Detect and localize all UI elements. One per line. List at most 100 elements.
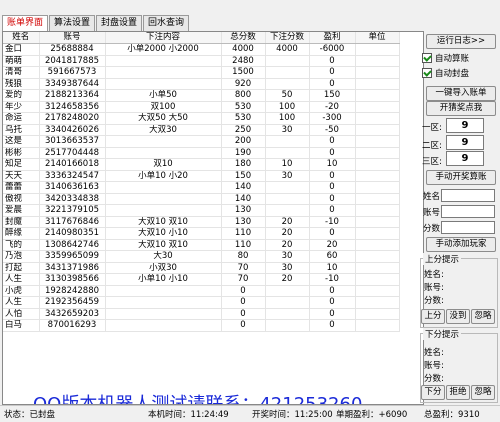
table-row[interactable]: 飞的 1308642746 大双10 双10 110 20 20 xyxy=(3,239,400,251)
import-bill-button[interactable]: 一键导入账单 xyxy=(426,86,496,101)
account-field[interactable] xyxy=(441,205,495,218)
table-row[interactable]: 知足 2140166018 双10 180 10 10 xyxy=(3,158,400,171)
table-cell: 10 xyxy=(309,158,356,171)
table-row[interactable]: 这是 3013663537 200 0 xyxy=(3,135,400,148)
col-name[interactable]: 姓名 xyxy=(3,32,40,44)
up-reject-button[interactable]: 没到 xyxy=(446,309,470,324)
score-field[interactable] xyxy=(441,221,495,234)
col-stake[interactable]: 下注分数 xyxy=(265,32,310,44)
down-score-button[interactable]: 下分 xyxy=(421,385,445,400)
bill-table[interactable]: 姓名 账号 下注内容 总分数 下注分数 盈利 单位 金口 25688884 小单20… xyxy=(2,31,424,405)
table-row[interactable]: 封魔 3117676846 大双10 双10 130 20 -10 xyxy=(3,216,400,228)
table-cell: 200 xyxy=(221,135,266,148)
table-row[interactable]: 小虎 1928242880 0 0 xyxy=(3,285,400,297)
table-row[interactable]: 萌萌 2041817885 2480 0 xyxy=(3,55,400,67)
table-cell xyxy=(355,227,400,240)
table-cell: 80 xyxy=(221,250,266,263)
table-cell xyxy=(355,135,400,148)
auto-calc-checkbox[interactable]: 自动算账 xyxy=(422,52,469,64)
table-row[interactable]: 乌托 3340426026 大双30 250 30 -50 xyxy=(3,124,400,136)
add-player-button[interactable]: 手动添加玩家 xyxy=(426,237,496,252)
table-row[interactable]: 残狼 3349387644 920 0 xyxy=(3,78,400,90)
contact-overlay-text: QQ版本机器人测试请联系：421253260 xyxy=(33,394,363,405)
down-score-label: 分数: xyxy=(424,374,444,384)
up-account-label: 账号: xyxy=(424,283,444,293)
table-cell: 190 xyxy=(221,147,266,159)
table-row[interactable]: 白马 870016293 0 0 xyxy=(3,319,400,332)
table-cell: -10 xyxy=(309,273,356,286)
table-row[interactable]: 打起 3431371986 小双30 70 30 10 xyxy=(3,262,400,274)
table-row[interactable]: 爱的 2188213364 小单50 800 50 150 xyxy=(3,89,400,102)
table-row[interactable]: 年少 3124658356 双100 530 100 -20 xyxy=(3,101,400,113)
table-row[interactable]: 彬彬 2517704448 190 0 xyxy=(3,147,400,159)
table-cell: 大30 xyxy=(105,250,222,263)
table-cell: 530 xyxy=(221,112,266,125)
col-profit[interactable]: 盈利 xyxy=(309,32,356,44)
lottery-button[interactable]: 开猜奖点我 xyxy=(426,101,496,116)
table-cell: 20 xyxy=(265,239,310,251)
down-reject-button[interactable]: 拒绝 xyxy=(446,385,470,400)
table-row[interactable]: 人生 3130398566 小单10 小10 70 20 -10 xyxy=(3,273,400,286)
table-row[interactable]: 傲视 3420334838 140 0 xyxy=(3,193,400,205)
zone2-field[interactable]: 9 xyxy=(446,135,484,150)
up-ignore-button[interactable]: 忽略 xyxy=(471,309,495,324)
table-cell: 591667573 xyxy=(39,66,106,79)
tab-bill[interactable]: 账单界面 xyxy=(2,15,49,32)
table-row[interactable]: 清哥 591667573 1500 0 xyxy=(3,66,400,79)
table-row[interactable]: 醉缘 2140980351 大双10 小10 110 20 0 xyxy=(3,227,400,240)
table-cell: 10 xyxy=(309,262,356,274)
up-score-title: 上分提示 xyxy=(423,253,462,265)
table-cell: 金口 xyxy=(3,43,40,56)
up-score-button[interactable]: 上分 xyxy=(421,309,445,324)
tab-rebate[interactable]: 回水查询 xyxy=(143,15,190,31)
table-cell: 爱晨 xyxy=(3,204,40,217)
table-cell xyxy=(265,66,310,79)
table-cell: 0 xyxy=(309,181,356,194)
col-total[interactable]: 总分数 xyxy=(221,32,266,44)
run-log-button[interactable]: 运行日志>> xyxy=(426,34,496,49)
col-bet[interactable]: 下注内容 xyxy=(105,32,222,44)
table-cell: 0 xyxy=(309,308,356,320)
table-cell: 70 xyxy=(221,262,266,274)
table-cell: 人怕 xyxy=(3,308,40,320)
down-ignore-button[interactable]: 忽略 xyxy=(471,385,495,400)
table-row[interactable]: 人生 2192356459 0 0 xyxy=(3,296,400,309)
table-cell: 0 xyxy=(309,296,356,309)
table-row[interactable]: 蕾蕾 3140636163 140 0 xyxy=(3,181,400,194)
table-cell: 110 xyxy=(221,239,266,251)
table-cell: 2517704448 xyxy=(39,147,106,159)
table-cell xyxy=(105,147,222,159)
table-cell xyxy=(105,285,222,297)
table-row[interactable]: 命运 2178248020 大双50 大50 530 100 -300 xyxy=(3,112,400,125)
table-row[interactable]: 爱晨 3221379105 130 0 xyxy=(3,204,400,217)
table-header: 姓名 账号 下注内容 总分数 下注分数 盈利 单位 xyxy=(3,32,400,44)
tab-seal[interactable]: 封盘设置 xyxy=(96,15,143,31)
table-cell xyxy=(265,193,310,205)
zone3-field[interactable]: 9 xyxy=(446,151,484,166)
table-cell: 60 xyxy=(309,250,356,263)
auto-seal-checkbox[interactable]: 自动封盘 xyxy=(422,67,469,79)
table-cell xyxy=(265,181,310,194)
table-cell: 0 xyxy=(309,147,356,159)
table-row[interactable]: 天天 3336324547 小单10 小20 150 30 0 xyxy=(3,170,400,182)
table-cell: 3349387644 xyxy=(39,78,106,90)
table-cell: 清哥 xyxy=(3,66,40,79)
table-cell xyxy=(265,135,310,148)
table-row[interactable]: 乃泡 3359965099 大30 80 30 60 xyxy=(3,250,400,263)
table-cell: 180 xyxy=(221,158,266,171)
table-cell: 30 xyxy=(265,262,310,274)
table-cell: 3420334838 xyxy=(39,193,106,205)
table-cell: 封魔 xyxy=(3,216,40,228)
table-cell: 20 xyxy=(265,273,310,286)
col-unit[interactable]: 单位 xyxy=(355,32,400,44)
col-account[interactable]: 账号 xyxy=(39,32,106,44)
name-field[interactable] xyxy=(441,189,495,202)
table-cell: -20 xyxy=(309,101,356,113)
table-cell: 3013663537 xyxy=(39,135,106,148)
table-row[interactable]: 金口 25688884 小单2000 小2000 4000 4000 -6000 xyxy=(3,43,400,56)
tab-algorithm[interactable]: 算法设置 xyxy=(49,15,96,31)
table-cell xyxy=(355,216,400,228)
table-row[interactable]: 人怕 3432659203 0 0 xyxy=(3,308,400,320)
zone1-field[interactable]: 9 xyxy=(446,118,484,133)
manual-open-bill-button[interactable]: 手动开奖算账 xyxy=(426,170,496,185)
